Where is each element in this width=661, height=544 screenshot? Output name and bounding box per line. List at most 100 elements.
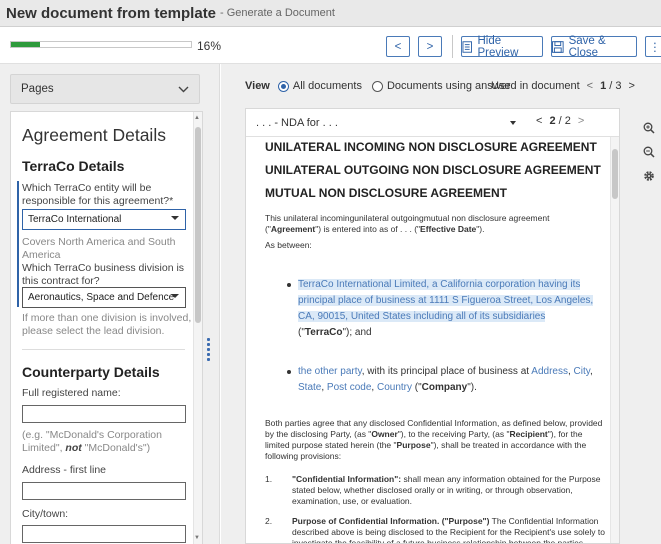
used-in-document: Used in document < 1 / 3 > bbox=[491, 80, 635, 92]
doc-next-icon[interactable]: > bbox=[578, 115, 584, 127]
save-close-button[interactable]: Save & Close bbox=[551, 35, 637, 59]
doc-intro-text: ") is entered into as of . . . (" bbox=[315, 224, 421, 234]
clause-number: 2. bbox=[265, 516, 273, 526]
doc-term-purpose: Purpose bbox=[396, 440, 431, 450]
doc-as-between: As between: bbox=[265, 240, 312, 250]
doc-text: , with its principal place of business a… bbox=[361, 366, 532, 377]
doc-text: (" bbox=[411, 382, 422, 393]
document-scrollbar[interactable] bbox=[610, 137, 619, 543]
doc-current-page: 2 bbox=[549, 115, 556, 127]
doc-term-owner: Owner bbox=[371, 429, 398, 439]
doc-field-city[interactable]: City bbox=[574, 366, 590, 377]
scroll-up-icon: ▲ bbox=[194, 115, 200, 121]
form-card: Agreement Details TerraCo Details Which … bbox=[10, 111, 203, 544]
used-in-document-label: Used in document bbox=[491, 80, 580, 92]
document-preview: . . . - NDA for . . . < 2 / 2 > UNILATER… bbox=[245, 108, 620, 544]
address-first-line-input[interactable] bbox=[22, 482, 186, 500]
question-address-first-line: Address - first line bbox=[22, 464, 107, 476]
questionnaire-panel: Pages Agreement Details TerraCo Details … bbox=[0, 64, 220, 544]
zoom-in-button[interactable] bbox=[639, 116, 659, 140]
form-title: Agreement Details bbox=[22, 125, 166, 145]
question-city-town: City/town: bbox=[22, 508, 69, 520]
registered-name-hint-not: not bbox=[65, 442, 82, 454]
question-full-registered-name: Full registered name: bbox=[22, 387, 121, 399]
doc-field-state[interactable]: State bbox=[298, 382, 321, 393]
document-select-caret-icon bbox=[510, 121, 516, 125]
view-label: View bbox=[245, 80, 270, 92]
more-options-button[interactable]: ⋮ bbox=[645, 36, 661, 57]
doc-term-agreement: Agreement bbox=[270, 224, 316, 234]
active-question-marker bbox=[17, 181, 19, 307]
doc-clause-2: 2. Purpose of Confidential Information. … bbox=[265, 516, 605, 543]
doc-party-company: the other party, with its principal plac… bbox=[287, 364, 598, 396]
used-prev-icon[interactable]: < bbox=[587, 80, 593, 92]
clause-title: "Confidential Information": bbox=[292, 474, 402, 484]
zoom-out-icon bbox=[643, 146, 655, 158]
chevron-down-icon bbox=[178, 86, 189, 92]
document-select-value: . . . - NDA for . . . bbox=[256, 117, 338, 129]
form-scrollbar[interactable]: ▲ ▼ bbox=[193, 112, 202, 544]
save-icon bbox=[552, 40, 564, 53]
zoom-in-icon bbox=[643, 122, 655, 134]
doc-text: "); and bbox=[342, 327, 372, 338]
title-bar: New document from template - Generate a … bbox=[0, 0, 661, 27]
next-page-button[interactable]: > bbox=[418, 36, 442, 57]
used-next-icon[interactable]: > bbox=[629, 80, 635, 92]
progress-fill bbox=[11, 42, 40, 47]
all-documents-radio[interactable] bbox=[277, 80, 289, 92]
section-divider bbox=[22, 349, 185, 350]
full-registered-name-input[interactable] bbox=[22, 405, 186, 423]
doc-heading-outgoing: UNILATERAL OUTGOING NON DISCLOSURE AGREE… bbox=[265, 163, 601, 177]
doc-intro-text: "). bbox=[476, 224, 485, 234]
terraco-entity-hint: Covers North America and South America bbox=[22, 236, 176, 261]
zoom-out-button[interactable] bbox=[639, 140, 659, 164]
clause-title: Purpose of Confidential Information. ("P… bbox=[292, 516, 490, 526]
progress-bar bbox=[10, 41, 192, 48]
document-page-nav: < 2 / 2 > bbox=[536, 115, 584, 127]
toolbar: 16% < > Hide Preview Save & Close ⋮ bbox=[0, 27, 661, 64]
doc-term-company: Company bbox=[421, 382, 468, 393]
view-filter: View All documents Documents using answe… bbox=[245, 80, 510, 92]
doc-prev-icon[interactable]: < bbox=[536, 115, 542, 127]
terraco-entity-select[interactable]: TerraCo International bbox=[22, 209, 186, 230]
business-division-select[interactable]: Aeronautics, Space and Defence bbox=[22, 287, 186, 308]
doc-clause-1: 1. "Confidential Information": shall mea… bbox=[265, 474, 605, 507]
panel-resize-handle[interactable] bbox=[207, 338, 210, 363]
section-terraco-details: TerraCo Details bbox=[22, 158, 125, 174]
documents-using-answer-radio[interactable] bbox=[371, 80, 383, 92]
doc-heading-mutual: MUTUAL NON DISCLOSURE AGREEMENT bbox=[265, 186, 508, 200]
doc-intro: This unilateral incomingunilateral outgo… bbox=[265, 213, 605, 235]
form-scrollbar-thumb[interactable] bbox=[195, 127, 201, 323]
toolbar-divider bbox=[452, 35, 453, 58]
dropdown-caret-icon bbox=[171, 216, 179, 220]
doc-text: "). bbox=[467, 382, 477, 393]
pages-label: Pages bbox=[21, 83, 54, 95]
doc-text: "), to the receiving Party, (as " bbox=[397, 429, 510, 439]
document-select[interactable]: . . . - NDA for . . . bbox=[256, 114, 516, 132]
hide-preview-label: Hide Preview bbox=[477, 34, 519, 59]
preview-document-icon bbox=[462, 40, 472, 53]
settings-button[interactable] bbox=[639, 164, 659, 188]
registered-name-hint: (e.g. "McDonald's Corporation Limited", … bbox=[22, 429, 192, 455]
all-documents-label[interactable]: All documents bbox=[293, 80, 362, 92]
doc-field-country[interactable]: Country bbox=[377, 382, 412, 393]
previous-page-button[interactable]: < bbox=[386, 36, 410, 57]
section-counterparty-details: Counterparty Details bbox=[22, 364, 160, 380]
bullet-icon bbox=[287, 370, 291, 374]
hide-preview-button[interactable]: Hide Preview bbox=[461, 34, 543, 59]
document-scrollbar-thumb[interactable] bbox=[612, 149, 618, 199]
city-town-input[interactable] bbox=[22, 525, 186, 543]
doc-field-address[interactable]: Address bbox=[531, 366, 568, 377]
terraco-entity-value: TerraCo International bbox=[28, 214, 122, 225]
doc-field-post-code[interactable]: Post code bbox=[327, 382, 371, 393]
window-title: New document from template bbox=[6, 4, 217, 22]
preview-side-tools bbox=[639, 116, 659, 188]
doc-party-terraco: TerraCo International Limited, a Califor… bbox=[287, 277, 598, 341]
more-vertical-icon: ⋮ bbox=[649, 41, 661, 54]
question-business-division: Which TerraCo business division is this … bbox=[22, 262, 185, 287]
doc-field-other-party[interactable]: the other party bbox=[298, 366, 362, 377]
window-subtitle: - Generate a Document bbox=[220, 7, 335, 19]
pages-dropdown[interactable]: Pages bbox=[10, 74, 200, 104]
question-terraco-entity: Which TerraCo entity will be responsible… bbox=[22, 182, 174, 207]
chevron-right-icon: > bbox=[426, 40, 434, 53]
